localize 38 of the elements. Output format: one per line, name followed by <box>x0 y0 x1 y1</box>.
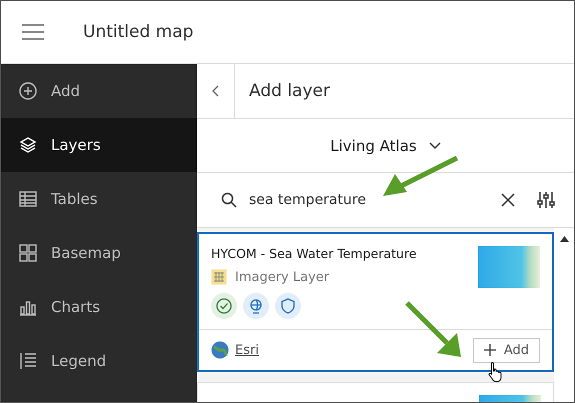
search-field[interactable]: sea temperature <box>247 191 484 209</box>
shield-icon <box>275 293 301 319</box>
table-icon <box>19 191 37 207</box>
chevron-down-icon <box>428 142 441 150</box>
close-icon <box>501 193 515 207</box>
scroll-up-icon <box>560 236 568 242</box>
basemap-grid-icon <box>19 244 37 262</box>
menu-icon <box>22 24 44 40</box>
panel-title: Add layer <box>249 81 330 101</box>
layer-type: Imagery Layer <box>235 270 330 284</box>
layer-title: HYCOM - Sea Water Temperature <box>211 246 418 261</box>
check-circle-icon <box>211 293 237 319</box>
plus-icon <box>484 344 496 356</box>
sidebar-item[interactable]: Add <box>1 64 197 118</box>
search-icon <box>221 192 237 208</box>
map-title: Untitled map <box>83 22 194 42</box>
sidebar-item[interactable]: Basemap <box>1 226 197 280</box>
sidebar-item[interactable]: Legend <box>1 334 197 388</box>
legend-list-icon <box>19 352 37 370</box>
owner-link[interactable]: Esri <box>235 342 259 358</box>
globe-icon <box>243 293 269 319</box>
thumbnail-placeholder <box>478 246 540 288</box>
hand-cursor-icon <box>488 361 504 383</box>
pointer-arrow-icon <box>405 301 463 359</box>
plus-circle-icon <box>19 82 37 100</box>
layer-card[interactable]: HYCOM - Sea Water Temperature Imagery Layer Esri Add <box>197 232 554 372</box>
sidebar-item[interactable]: Tables <box>1 172 197 226</box>
chevron-left-icon <box>212 85 220 97</box>
sidebar-item[interactable]: Layers <box>1 118 197 172</box>
pointer-arrow-icon <box>381 156 459 198</box>
globe-avatar-icon <box>211 341 229 359</box>
scrollbar[interactable] <box>554 228 574 402</box>
add-button[interactable]: Add <box>472 338 540 362</box>
sidebar-item[interactable]: Charts <box>1 280 197 334</box>
source-dropdown[interactable]: Living Atlas <box>326 132 445 158</box>
imagery-grid-icon <box>211 269 227 285</box>
layers-icon <box>19 136 37 154</box>
sliders-icon <box>537 191 555 209</box>
